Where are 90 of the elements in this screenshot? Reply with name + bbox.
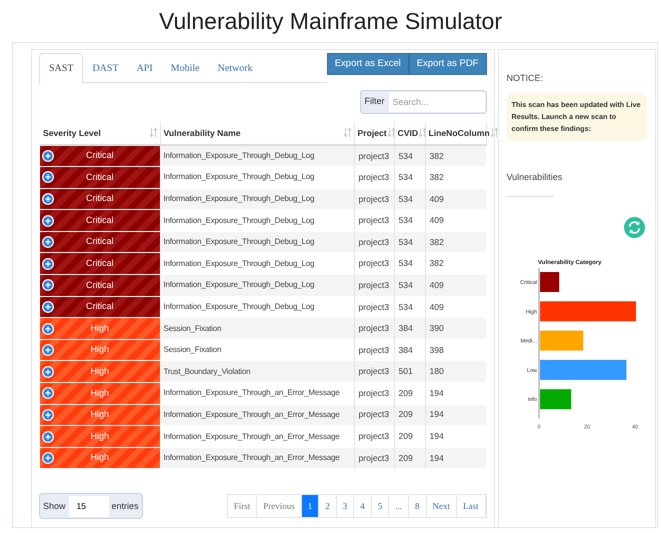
table-cell: 390 — [425, 318, 486, 340]
page-link[interactable]: Last — [457, 495, 486, 518]
table-cell: 384 — [394, 318, 425, 340]
column-header: Severity Level — [43, 126, 101, 140]
table-cell: 409 — [425, 210, 486, 232]
page-link[interactable]: 3 — [336, 495, 354, 518]
filter-label: Filter — [364, 95, 386, 108]
entries-label: entries — [112, 500, 139, 513]
tab[interactable]: DAST — [83, 53, 128, 83]
expand-icon[interactable] — [42, 214, 54, 227]
table-cell: 209 — [394, 426, 425, 448]
table-cell: 382 — [425, 231, 486, 253]
vulnerabilities-heading: Vulnerabilities — [506, 170, 564, 184]
tab[interactable]: Network — [208, 53, 262, 83]
severity-label: Critical — [84, 300, 114, 314]
expand-icon[interactable] — [42, 171, 54, 184]
severity-label: High — [89, 322, 110, 335]
table-cell: 194 — [425, 382, 486, 404]
severity-label: Critical — [84, 149, 114, 162]
table-cell: 534 — [394, 210, 425, 232]
expand-icon[interactable] — [42, 150, 54, 162]
refresh-icon[interactable] — [624, 217, 644, 238]
page-title: Vulnerability Mainframe Simulator — [158, 7, 503, 36]
severity-label: Critical — [84, 235, 114, 248]
table-cell: Information_Exposure_Through_an_Error_Message — [160, 426, 354, 448]
tab[interactable]: Mobile — [162, 53, 209, 83]
page-link[interactable]: Next — [426, 495, 457, 518]
severity-label: High — [89, 451, 110, 464]
table-cell: 194 — [425, 447, 486, 469]
severity-label: Critical — [84, 278, 114, 292]
page-link[interactable]: ... — [389, 495, 409, 518]
entries-field[interactable]: 15 — [68, 496, 109, 517]
severity-label: Critical — [84, 170, 114, 184]
expand-icon[interactable] — [42, 300, 54, 313]
table-cell: 409 — [425, 188, 486, 210]
table-cell: project3 — [354, 166, 394, 188]
table-cell: 382 — [425, 145, 486, 167]
table-cell: Information_Exposure_Through_an_Error_Message — [160, 382, 354, 404]
table-cell: 180 — [425, 360, 486, 383]
table-cell: 534 — [394, 166, 425, 188]
page-link[interactable]: 4 — [354, 495, 372, 518]
table-cell: 209 — [394, 447, 425, 469]
table-cell: project3 — [354, 447, 394, 469]
page-link[interactable]: 2 — [319, 495, 337, 518]
expand-icon[interactable] — [42, 258, 54, 270]
table-cell: Information_Exposure_Through_Debug_Log — [160, 166, 354, 188]
column-header: CVID — [398, 126, 418, 140]
show-label: Show — [43, 500, 66, 513]
export-button[interactable]: Export as Excel — [326, 53, 409, 75]
severity-label: High — [89, 386, 110, 400]
page-link[interactable]: 5 — [372, 495, 390, 518]
table-cell: project3 — [354, 318, 394, 340]
table-cell: Information_Exposure_Through_an_Error_Message — [160, 447, 354, 469]
table-cell: 194 — [425, 426, 486, 448]
column-header: Project — [358, 126, 387, 140]
table-cell: 409 — [425, 274, 486, 296]
page-link[interactable]: First — [228, 495, 258, 518]
severity-label: Critical — [84, 192, 114, 206]
severity-label: High — [89, 430, 110, 443]
table-cell: 534 — [394, 274, 425, 296]
expand-icon[interactable] — [42, 279, 54, 292]
page-link[interactable]: 8 — [409, 495, 426, 518]
expand-icon[interactable] — [42, 192, 54, 205]
page-link[interactable]: 1 — [302, 495, 320, 518]
tab[interactable]: SAST — [39, 53, 84, 84]
table-cell: 398 — [425, 339, 486, 361]
table-cell: 409 — [425, 296, 486, 318]
column-header: LineNoColumn — [428, 126, 490, 140]
table-cell: Information_Exposure_Through_Debug_Log — [160, 274, 354, 296]
column-header: Vulnerability Name — [164, 126, 241, 140]
table-cell: project3 — [354, 382, 394, 404]
tab[interactable]: API — [128, 53, 162, 83]
severity-label: Critical — [84, 257, 114, 270]
table-cell: Information_Exposure_Through_Debug_Log — [160, 210, 354, 232]
severity-label: High — [89, 364, 110, 378]
severity-label: Critical — [84, 214, 114, 227]
severity-label: High — [89, 408, 110, 422]
notice-heading: NOTICE: — [506, 72, 544, 85]
table-cell: 382 — [425, 166, 486, 188]
table-cell: 194 — [425, 404, 486, 426]
search-field[interactable]: Search... — [388, 92, 484, 112]
table-cell: 382 — [425, 252, 486, 275]
table-cell: Session_Fixation — [160, 318, 354, 340]
export-button[interactable]: Export as PDF — [408, 53, 486, 75]
severity-label: High — [89, 343, 110, 356]
table-cell: project3 — [354, 210, 394, 232]
table-cell: project3 — [354, 426, 394, 448]
table-cell: 209 — [394, 382, 425, 404]
expand-icon[interactable] — [42, 236, 54, 248]
table-cell: project3 — [354, 274, 394, 296]
